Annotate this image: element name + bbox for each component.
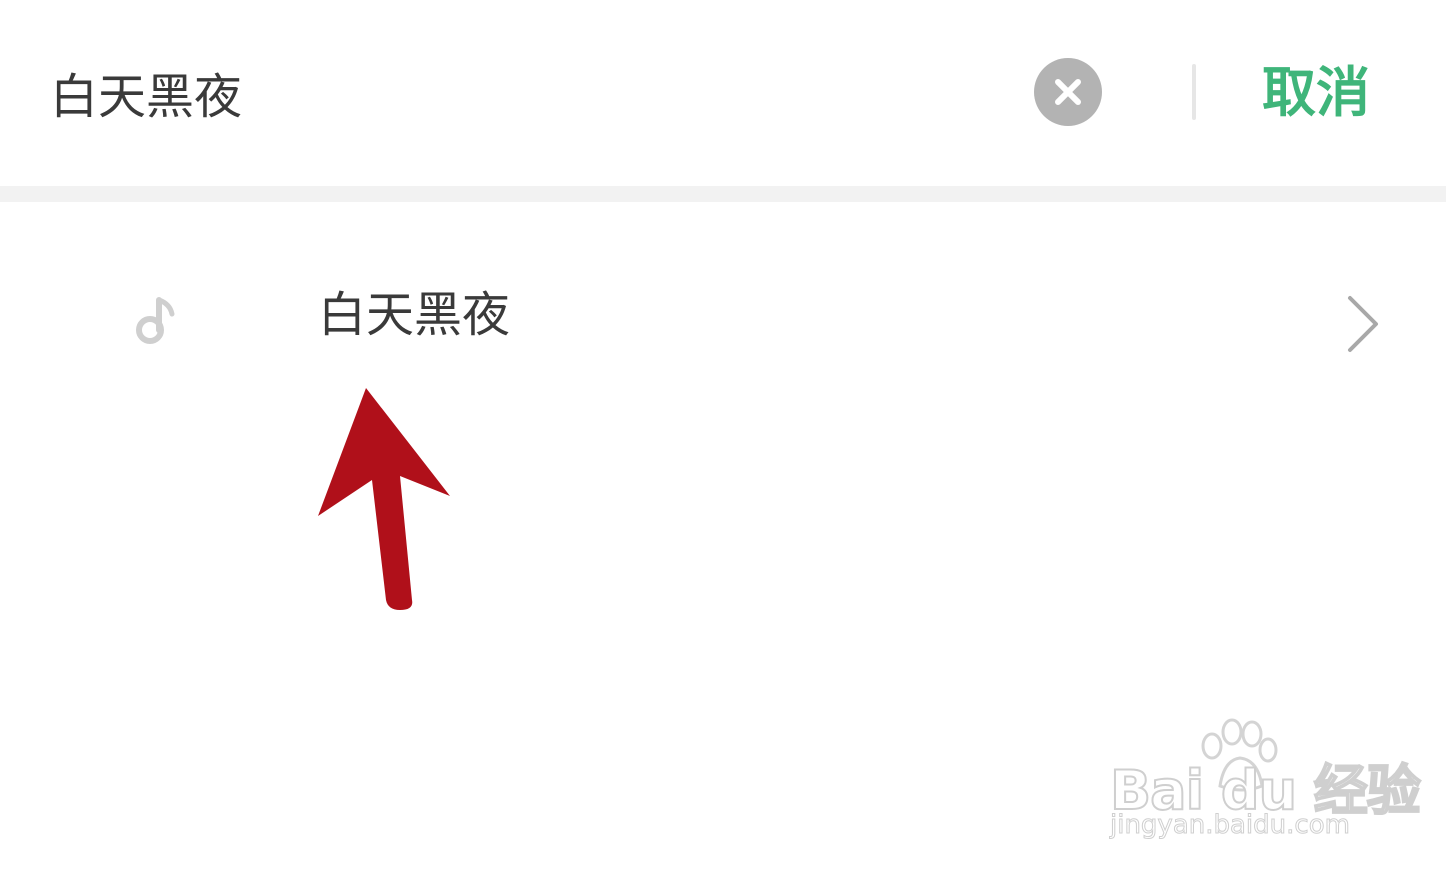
close-icon <box>1055 79 1081 105</box>
music-note-icon <box>136 297 175 344</box>
suggestion-item[interactable]: 白天黑夜 <box>0 240 1446 390</box>
search-input[interactable] <box>50 58 750 126</box>
chevron-right-icon <box>1348 296 1378 352</box>
search-bar: 取消 <box>0 0 1446 186</box>
suggestion-label: 白天黑夜 <box>318 287 511 343</box>
search-page: 取消 白天黑夜 Bai du 经验 jingyan.baidu.com <box>0 0 1446 876</box>
clear-search-button[interactable] <box>1034 58 1102 126</box>
divider <box>1192 64 1196 120</box>
annotation-arrow-icon <box>318 388 450 610</box>
watermark-url: jingyan.baidu.com <box>1110 810 1351 841</box>
divider <box>0 186 1446 202</box>
watermark: Bai du 经验 jingyan.baidu.com <box>1104 716 1422 856</box>
cancel-button[interactable]: 取消 <box>1262 58 1370 128</box>
